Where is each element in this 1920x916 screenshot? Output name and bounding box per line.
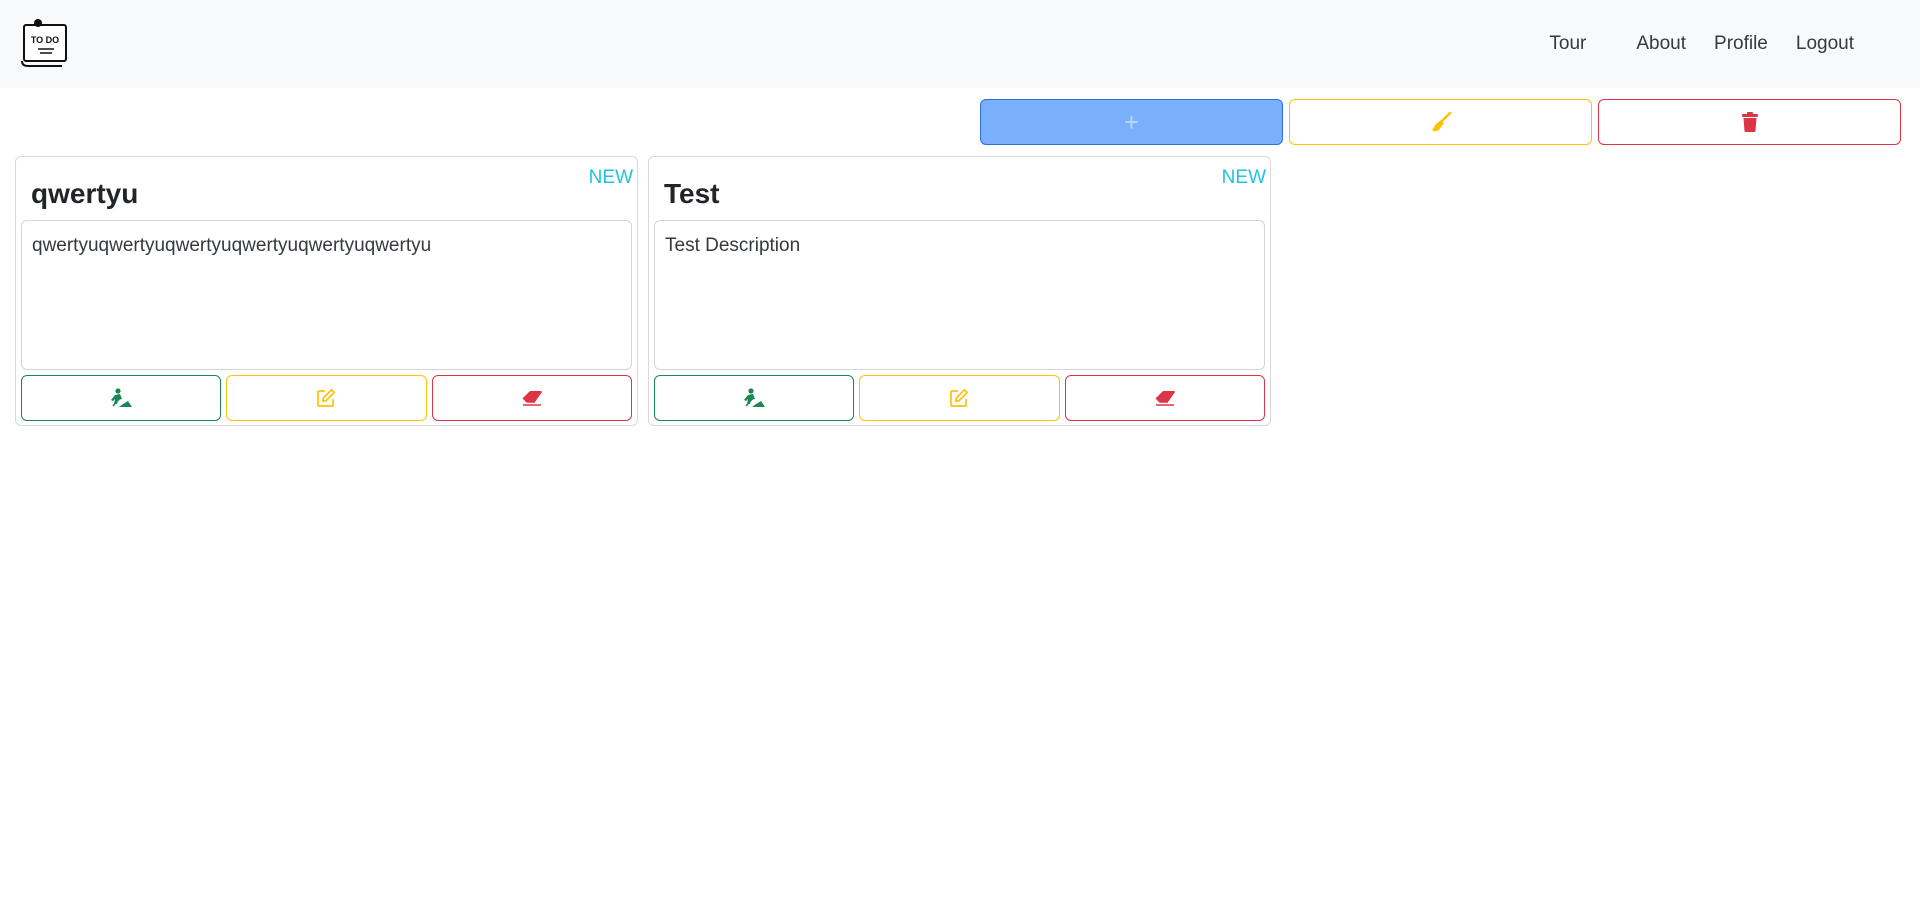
person-digging-icon: [109, 388, 133, 408]
delete-todo-button[interactable]: [1064, 375, 1265, 421]
todo-actions: [654, 375, 1265, 421]
edit-todo-button[interactable]: [226, 375, 427, 421]
clear-button[interactable]: [1289, 99, 1592, 145]
status-badge: NEW: [1221, 167, 1266, 188]
person-digging-icon: [742, 388, 766, 408]
nav-profile-link[interactable]: Profile: [1700, 25, 1782, 63]
toolbar: +: [980, 99, 1901, 145]
todo-logo[interactable]: TO DO: [20, 19, 70, 69]
svg-text:TO DO: TO DO: [31, 35, 59, 45]
start-todo-button[interactable]: [654, 375, 855, 421]
start-todo-button[interactable]: [21, 375, 222, 421]
edit-icon: [316, 388, 336, 408]
plus-icon: +: [1123, 107, 1140, 137]
delete-all-button[interactable]: [1598, 99, 1901, 145]
nav-about-link[interactable]: About: [1622, 25, 1700, 63]
todo-card: Test NEW Test Description: [648, 156, 1271, 426]
todo-description: Test Description: [654, 220, 1265, 370]
edit-todo-button[interactable]: [859, 375, 1060, 421]
todo-description: qwertyuqwertyuqwertyuqwertyuqwertyuqwert…: [21, 220, 632, 370]
nav-tour-link[interactable]: Tour: [1535, 25, 1600, 63]
status-badge: NEW: [588, 167, 633, 188]
todo-title: Test: [664, 178, 720, 209]
todo-actions: [21, 375, 632, 421]
todo-card: qwertyu NEW qwertyuqwertyuqwertyuqwertyu…: [15, 156, 638, 426]
delete-todo-button[interactable]: [431, 375, 632, 421]
add-todo-button[interactable]: +: [980, 99, 1283, 145]
trash-icon: [1741, 112, 1759, 132]
todo-title: qwertyu: [31, 178, 139, 209]
todo-card-list: qwertyu NEW qwertyuqwertyuqwertyuqwertyu…: [15, 156, 1271, 426]
broom-icon: [1430, 111, 1452, 133]
edit-icon: [949, 388, 969, 408]
nav-logout-link[interactable]: Logout: [1782, 25, 1868, 63]
eraser-icon: [521, 389, 543, 407]
eraser-icon: [1154, 389, 1176, 407]
navbar: TO DO Tour About Profile Logout: [0, 0, 1920, 88]
nav-links: Tour About Profile Logout: [1535, 25, 1868, 63]
